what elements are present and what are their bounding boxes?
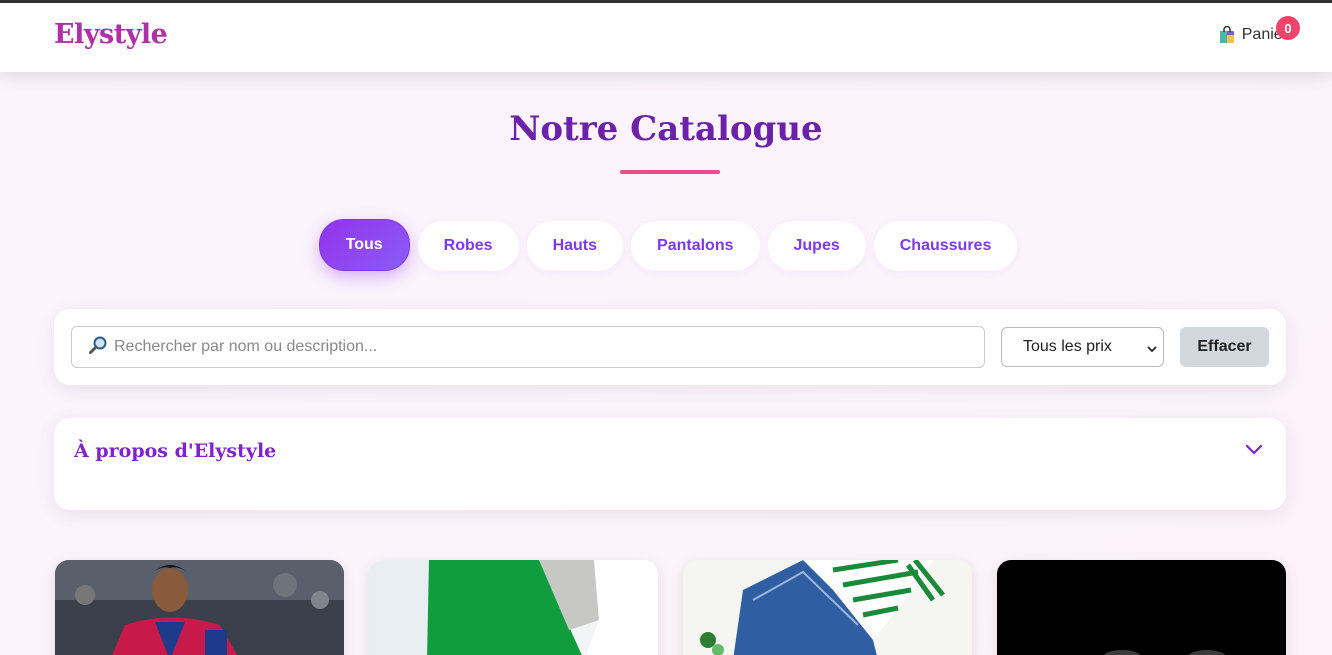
tab-jupes[interactable]: Jupes: [767, 221, 866, 271]
chevron-down-icon[interactable]: [1244, 442, 1264, 458]
category-tabs: Tous Robes Hauts Pantalons Jupes Chaussu…: [0, 219, 1332, 271]
about-accordion[interactable]: À propos d'Elystyle: [54, 418, 1286, 510]
product-card[interactable]: [997, 560, 1286, 655]
logo[interactable]: Elystyle: [54, 19, 168, 50]
price-filter-select[interactable]: Tous les prix: [1001, 327, 1164, 367]
product-card[interactable]: [55, 560, 344, 655]
tab-hauts[interactable]: Hauts: [526, 221, 624, 271]
shopping-bag-icon: [1218, 25, 1236, 44]
product-image-green-garment: [369, 560, 658, 655]
price-filter-value: Tous les prix: [1023, 338, 1112, 355]
product-image-football-player: [55, 560, 344, 655]
about-title: À propos d'Elystyle: [74, 440, 277, 462]
search-icon: [88, 335, 108, 360]
product-card[interactable]: [683, 560, 972, 655]
search-field[interactable]: [71, 326, 985, 368]
cart-button[interactable]: Panier 0: [1218, 16, 1300, 44]
product-image-dark-shoes: [997, 560, 1286, 655]
tab-pantalons[interactable]: Pantalons: [631, 221, 760, 271]
site-header: Elystyle Panier 0: [0, 3, 1332, 72]
clear-button[interactable]: Effacer: [1180, 327, 1269, 367]
title-underline: [620, 170, 720, 174]
cart-count-badge: 0: [1276, 16, 1300, 40]
search-input[interactable]: [114, 338, 974, 356]
search-panel: Tous les prix Effacer: [54, 309, 1286, 385]
product-card[interactable]: [369, 560, 658, 655]
chevron-down-icon: [1147, 341, 1157, 353]
tab-tous[interactable]: Tous: [318, 219, 410, 271]
page-title: Notre Catalogue: [509, 109, 823, 149]
product-image-jeans-striped-top: [683, 560, 972, 655]
tab-robes[interactable]: Robes: [417, 221, 519, 271]
tab-chaussures[interactable]: Chaussures: [873, 221, 1018, 271]
